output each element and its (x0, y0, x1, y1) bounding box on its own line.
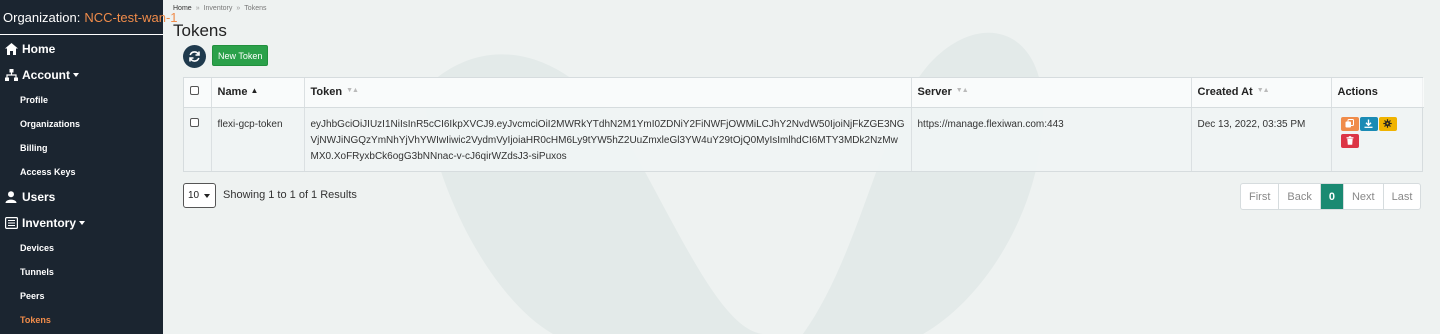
pagination-back[interactable]: Back (1279, 184, 1321, 209)
sort-icon: ▼▲ (1256, 87, 1270, 95)
column-header-token[interactable]: Token ▼▲ (304, 78, 912, 108)
sort-icon: ▼▲ (346, 87, 359, 95)
sidebar-item-organizations[interactable]: Organizations (0, 112, 163, 136)
sidebar-item-profile[interactable]: Profile (0, 88, 163, 112)
page-size-value: 10 (188, 190, 200, 201)
sidebar-item-label: Inventory (22, 216, 77, 230)
column-header-created-at[interactable]: Created At ▼▲ (1191, 78, 1332, 108)
sidebar-item-peers[interactable]: Peers (0, 284, 163, 308)
pagination-first[interactable]: First (1241, 184, 1280, 209)
sort-icon: ▼▲ (955, 87, 969, 95)
sidebar-item-tunnels[interactable]: Tunnels (0, 260, 163, 284)
pagination-current-page[interactable]: 0 (1320, 184, 1344, 209)
new-token-button[interactable]: New Token (212, 45, 269, 66)
breadcrumb: Home» Inventory» Tokens (173, 5, 267, 12)
select-all-cell (184, 78, 212, 108)
column-header-server[interactable]: Server ▼▲ (911, 78, 1192, 108)
table-header-row: Name ▲ Token ▼▲ Server ▼▲ Created At ▼▲ Acti… (184, 78, 1424, 108)
refresh-icon (189, 51, 200, 62)
trash-icon (1346, 136, 1353, 145)
caret-down-icon (73, 73, 79, 77)
list-alt-icon (4, 216, 18, 230)
organization-label: Organization: (3, 9, 81, 25)
page-title: Tokens (173, 21, 227, 40)
sidebar-item-home[interactable]: Home (0, 36, 163, 62)
sidebar-item-inventory[interactable]: Inventory (0, 210, 163, 236)
gear-icon (1383, 119, 1392, 128)
column-header-actions: Actions (1331, 78, 1424, 108)
token-server: https://manage.flexiwan.com:443 (911, 107, 1192, 171)
user-icon (4, 190, 18, 204)
sidebar: Organization: NCC-test-wan-1 Home Accoun… (0, 0, 178, 334)
sidebar-item-billing[interactable]: Billing (0, 136, 163, 160)
sidebar-item-label: Home (22, 42, 56, 56)
pagination-last[interactable]: Last (1384, 184, 1421, 209)
token-created-at: Dec 13, 2022, 03:35 PM (1191, 107, 1332, 171)
token-name: flexi-gcp-token (211, 107, 305, 171)
download-button[interactable] (1359, 116, 1378, 131)
copy-button[interactable] (1340, 116, 1359, 131)
caret-down-icon (79, 221, 86, 225)
sidebar-item-access-keys[interactable]: Access Keys (0, 160, 163, 184)
main-content: Home» Inventory» Tokens Tokens New Token N… (163, 0, 1440, 334)
organization-selector[interactable]: Organization: NCC-test-wan-1 (0, 0, 178, 35)
pagination-next[interactable]: Next (1344, 184, 1384, 209)
refresh-button[interactable] (183, 45, 206, 68)
tokens-table: Name ▲ Token ▼▲ Server ▼▲ Created At ▼▲ Acti… (183, 77, 1424, 172)
select-all-checkbox[interactable] (190, 86, 199, 96)
download-icon (1364, 119, 1373, 128)
breadcrumb-inventory[interactable]: Inventory (204, 5, 233, 12)
row-actions (1331, 107, 1424, 171)
table-row: flexi-gcp-token eyJhbGciOiJIUzI1NiIsInR5… (184, 107, 1424, 171)
settings-button[interactable] (1378, 116, 1397, 131)
sitemap-icon (4, 68, 18, 82)
sidebar-item-users[interactable]: Users (0, 184, 163, 210)
sort-asc-icon: ▲ (250, 86, 259, 96)
pagination: First Back 0 Next Last (1240, 183, 1422, 210)
token-value: eyJhbGciOiJIUzI1NiIsInR5cCI6IkpXVCJ9.eyJ… (304, 107, 912, 171)
sidebar-item-tokens[interactable]: Tokens (0, 308, 163, 332)
breadcrumb-home[interactable]: Home (173, 5, 192, 12)
home-icon (4, 42, 18, 56)
results-summary: Showing 1 to 1 of 1 Results (223, 189, 357, 201)
page-size-select[interactable]: 10 (183, 183, 216, 208)
breadcrumb-tokens: Tokens (244, 5, 267, 12)
copy-icon (1345, 119, 1354, 128)
sidebar-item-label: Users (22, 190, 56, 204)
sidebar-item-label: Account (22, 68, 70, 82)
column-header-name[interactable]: Name ▲ (211, 78, 305, 108)
caret-down-icon (204, 193, 211, 198)
row-checkbox[interactable] (190, 117, 199, 127)
row-select-cell (184, 107, 212, 171)
sidebar-item-devices[interactable]: Devices (0, 236, 163, 260)
sidebar-item-account[interactable]: Account (0, 62, 163, 88)
delete-button[interactable] (1340, 133, 1359, 148)
